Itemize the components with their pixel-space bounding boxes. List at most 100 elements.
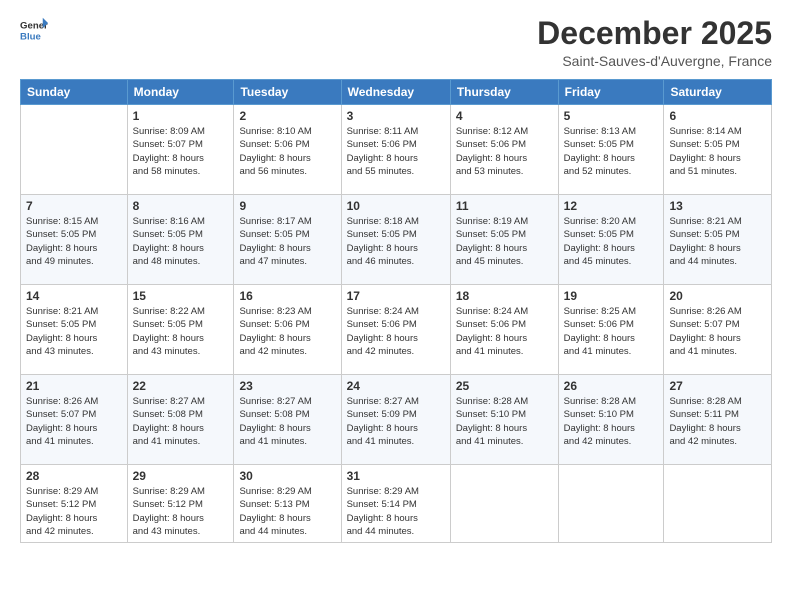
day-number: 23 — [239, 379, 335, 393]
day-number: 19 — [564, 289, 659, 303]
weekday-header-tuesday: Tuesday — [234, 80, 341, 105]
month-title: December 2025 — [537, 16, 772, 51]
day-info: Sunrise: 8:26 AMSunset: 5:07 PMDaylight:… — [669, 305, 766, 358]
weekday-header-friday: Friday — [558, 80, 664, 105]
day-number: 30 — [239, 469, 335, 483]
calendar-cell: 14Sunrise: 8:21 AMSunset: 5:05 PMDayligh… — [21, 285, 128, 375]
day-number: 28 — [26, 469, 122, 483]
calendar-cell: 22 Sunrise: 8:27 AMSunset: 5:08 PMDayligh… — [127, 375, 234, 465]
calendar-cell: 19 Sunrise: 8:25 AMSunset: 5:06 PMDayligh… — [558, 285, 664, 375]
calendar-table: SundayMondayTuesdayWednesdayThursdayFrid… — [20, 79, 772, 543]
logo-icon: General Blue — [20, 16, 48, 44]
calendar-cell: 3 Sunrise: 8:11 AMSunset: 5:06 PMDaylight… — [341, 105, 450, 195]
calendar-week-row: 21 Sunrise: 8:26 AMSunset: 5:07 PMDayligh… — [21, 375, 772, 465]
weekday-header-monday: Monday — [127, 80, 234, 105]
day-info: Sunrise: 8:28 AMSunset: 5:10 PMDaylight:… — [456, 395, 553, 448]
logo: General Blue — [20, 16, 48, 44]
day-number: 17 — [347, 289, 445, 303]
calendar-cell: 9 Sunrise: 8:17 AMSunset: 5:05 PMDaylight… — [234, 195, 341, 285]
weekday-header-saturday: Saturday — [664, 80, 772, 105]
calendar-cell: 7 Sunrise: 8:15 AMSunset: 5:05 PMDaylight… — [21, 195, 128, 285]
day-info: Sunrise: 8:29 AMSunset: 5:12 PMDaylight:… — [133, 485, 229, 538]
day-number: 4 — [456, 109, 553, 123]
day-number: 16 — [239, 289, 335, 303]
day-number: 22 — [133, 379, 229, 393]
svg-text:Blue: Blue — [20, 32, 41, 43]
calendar-cell: 31Sunrise: 8:29 AMSunset: 5:14 PMDayligh… — [341, 465, 450, 543]
day-info: Sunrise: 8:15 AMSunset: 5:05 PMDaylight:… — [26, 215, 122, 268]
day-info: Sunrise: 8:13 AMSunset: 5:05 PMDaylight:… — [564, 125, 659, 178]
calendar-week-row: 28 Sunrise: 8:29 AMSunset: 5:12 PMDayligh… — [21, 465, 772, 543]
day-info: Sunrise: 8:09 AMSunset: 5:07 PMDaylight:… — [133, 125, 229, 178]
calendar-cell: 11 Sunrise: 8:19 AMSunset: 5:05 PMDayligh… — [450, 195, 558, 285]
calendar-cell: 12Sunrise: 8:20 AMSunset: 5:05 PMDayligh… — [558, 195, 664, 285]
day-info: Sunrise: 8:23 AMSunset: 5:06 PMDaylight:… — [239, 305, 335, 358]
calendar-cell — [664, 465, 772, 543]
day-number: 8 — [133, 199, 229, 213]
day-info: Sunrise: 8:14 AMSunset: 5:05 PMDaylight:… — [669, 125, 766, 178]
day-number: 7 — [26, 199, 122, 213]
calendar-cell: 21 Sunrise: 8:26 AMSunset: 5:07 PMDayligh… — [21, 375, 128, 465]
calendar-cell: 10 Sunrise: 8:18 AMSunset: 5:05 PMDayligh… — [341, 195, 450, 285]
day-info: Sunrise: 8:16 AMSunset: 5:05 PMDaylight:… — [133, 215, 229, 268]
day-number: 1 — [133, 109, 229, 123]
day-info: Sunrise: 8:19 AMSunset: 5:05 PMDaylight:… — [456, 215, 553, 268]
calendar-week-row: 1 Sunrise: 8:09 AMSunset: 5:07 PMDaylight… — [21, 105, 772, 195]
calendar-cell: 27 Sunrise: 8:28 AMSunset: 5:11 PMDayligh… — [664, 375, 772, 465]
day-info: Sunrise: 8:28 AMSunset: 5:10 PMDaylight:… — [564, 395, 659, 448]
page: General Blue December 2025 Saint-Sauves-… — [0, 0, 792, 612]
calendar-cell: 1 Sunrise: 8:09 AMSunset: 5:07 PMDaylight… — [127, 105, 234, 195]
day-number: 18 — [456, 289, 553, 303]
calendar-cell: 15 Sunrise: 8:22 AMSunset: 5:05 PMDayligh… — [127, 285, 234, 375]
location-subtitle: Saint-Sauves-d'Auvergne, France — [537, 53, 772, 69]
calendar-cell: 26 Sunrise: 8:28 AMSunset: 5:10 PMDayligh… — [558, 375, 664, 465]
calendar-cell: 13Sunrise: 8:21 AMSunset: 5:05 PMDayligh… — [664, 195, 772, 285]
calendar-cell — [558, 465, 664, 543]
calendar-cell: 8 Sunrise: 8:16 AMSunset: 5:05 PMDaylight… — [127, 195, 234, 285]
day-info: Sunrise: 8:29 AMSunset: 5:13 PMDaylight:… — [239, 485, 335, 538]
calendar-cell — [450, 465, 558, 543]
day-info: Sunrise: 8:27 AMSunset: 5:08 PMDaylight:… — [133, 395, 229, 448]
calendar-cell: 18 Sunrise: 8:24 AMSunset: 5:06 PMDayligh… — [450, 285, 558, 375]
day-number: 11 — [456, 199, 553, 213]
day-number: 6 — [669, 109, 766, 123]
day-number: 13 — [669, 199, 766, 213]
day-info: Sunrise: 8:20 AMSunset: 5:05 PMDaylight:… — [564, 215, 659, 268]
day-info: Sunrise: 8:25 AMSunset: 5:06 PMDaylight:… — [564, 305, 659, 358]
day-number: 27 — [669, 379, 766, 393]
day-number: 29 — [133, 469, 229, 483]
day-number: 3 — [347, 109, 445, 123]
day-info: Sunrise: 8:29 AMSunset: 5:14 PMDaylight:… — [347, 485, 445, 538]
day-info: Sunrise: 8:26 AMSunset: 5:07 PMDaylight:… — [26, 395, 122, 448]
weekday-header-wednesday: Wednesday — [341, 80, 450, 105]
day-number: 24 — [347, 379, 445, 393]
calendar-week-row: 14Sunrise: 8:21 AMSunset: 5:05 PMDayligh… — [21, 285, 772, 375]
day-info: Sunrise: 8:17 AMSunset: 5:05 PMDaylight:… — [239, 215, 335, 268]
day-info: Sunrise: 8:22 AMSunset: 5:05 PMDaylight:… — [133, 305, 229, 358]
calendar-cell: 2Sunrise: 8:10 AMSunset: 5:06 PMDaylight… — [234, 105, 341, 195]
day-number: 14 — [26, 289, 122, 303]
calendar-cell: 5 Sunrise: 8:13 AMSunset: 5:05 PMDaylight… — [558, 105, 664, 195]
day-info: Sunrise: 8:12 AMSunset: 5:06 PMDaylight:… — [456, 125, 553, 178]
day-info: Sunrise: 8:27 AMSunset: 5:09 PMDaylight:… — [347, 395, 445, 448]
day-number: 10 — [347, 199, 445, 213]
calendar-cell: 28Sunrise: 8:29 AMSunset: 5:12 PMDayligh… — [21, 465, 128, 543]
day-number: 9 — [239, 199, 335, 213]
calendar-cell: 20Sunrise: 8:26 AMSunset: 5:07 PMDayligh… — [664, 285, 772, 375]
day-info: Sunrise: 8:27 AMSunset: 5:08 PMDaylight:… — [239, 395, 335, 448]
day-number: 15 — [133, 289, 229, 303]
day-info: Sunrise: 8:28 AMSunset: 5:11 PMDaylight:… — [669, 395, 766, 448]
day-info: Sunrise: 8:10 AMSunset: 5:06 PMDaylight:… — [239, 125, 335, 178]
calendar-cell: 30 Sunrise: 8:29 AMSunset: 5:13 PMDayligh… — [234, 465, 341, 543]
day-info: Sunrise: 8:11 AMSunset: 5:06 PMDaylight:… — [347, 125, 445, 178]
day-number: 26 — [564, 379, 659, 393]
calendar-week-row: 7 Sunrise: 8:15 AMSunset: 5:05 PMDaylight… — [21, 195, 772, 285]
calendar-cell: 29 Sunrise: 8:29 AMSunset: 5:12 PMDayligh… — [127, 465, 234, 543]
weekday-header-sunday: Sunday — [21, 80, 128, 105]
calendar-cell: 16 Sunrise: 8:23 AMSunset: 5:06 PMDayligh… — [234, 285, 341, 375]
day-info: Sunrise: 8:24 AMSunset: 5:06 PMDaylight:… — [456, 305, 553, 358]
day-number: 5 — [564, 109, 659, 123]
day-info: Sunrise: 8:18 AMSunset: 5:05 PMDaylight:… — [347, 215, 445, 268]
day-number: 21 — [26, 379, 122, 393]
calendar-cell — [21, 105, 128, 195]
